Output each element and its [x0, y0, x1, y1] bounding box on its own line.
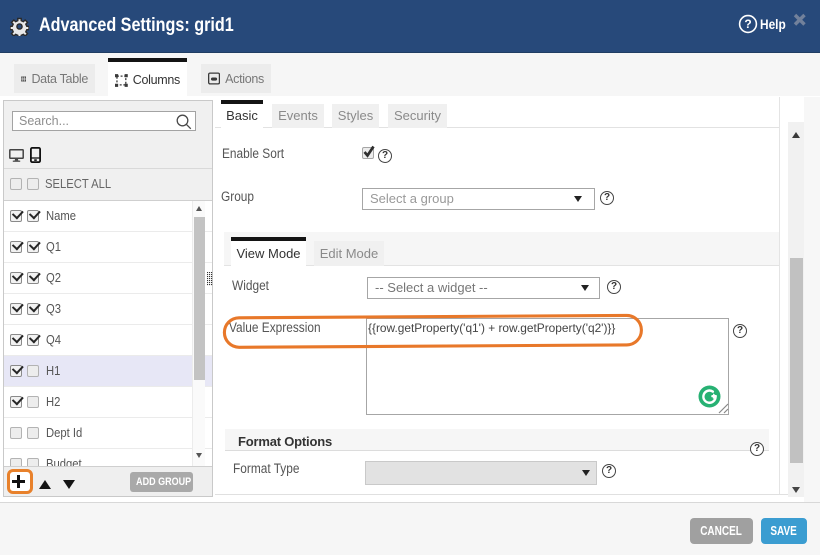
svg-text:?: ?	[744, 17, 751, 31]
